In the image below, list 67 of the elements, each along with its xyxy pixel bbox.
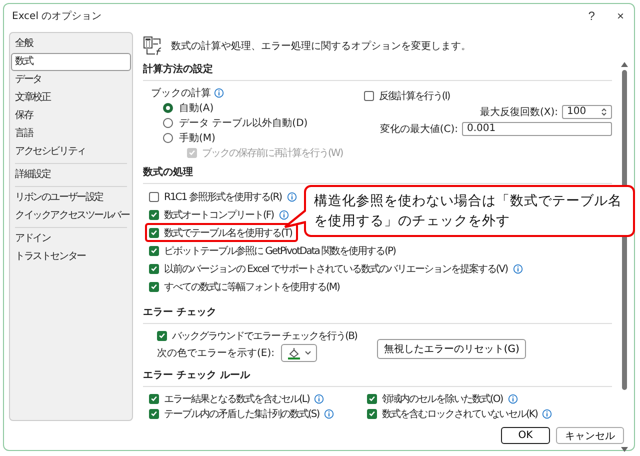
callout-text: 構造化参照を使わない場合は「数式でテーブル名を使用する」のチェックを外す: [314, 192, 623, 231]
spinner-arrows-icon[interactable]: [601, 106, 607, 116]
close-button[interactable]: ×: [612, 9, 628, 23]
checkbox-label: ピボットテーブル参照に GetPivotData 関数を使用する(P): [164, 244, 396, 258]
sidebar-item[interactable]: 文章校正: [11, 89, 131, 107]
checkbox[interactable]: [367, 394, 377, 404]
checkbox[interactable]: [149, 394, 159, 404]
checkbox-label: R1C1 参照形式を使用する(R): [164, 190, 282, 204]
sidebar-item[interactable]: アドイン: [11, 230, 131, 248]
field-label: 変化の最大値(C):: [380, 122, 458, 136]
sidebar-item[interactable]: 詳細設定: [11, 166, 131, 184]
field-label: 最大反復回数(X):: [480, 106, 558, 118]
checkbox-label: 数式オートコンプリート(F): [164, 208, 274, 222]
spin-field[interactable]: 100: [562, 104, 612, 118]
sidebar-item[interactable]: 数式: [11, 53, 131, 71]
sidebar-item[interactable]: 保存: [11, 107, 131, 125]
field-label: 次の色でエラーを示す(E):: [157, 347, 274, 360]
dialog-button[interactable]: OK: [501, 427, 550, 444]
radio-label: 自動(A): [179, 102, 214, 114]
section-heading: エラー チェック ルール: [143, 370, 250, 382]
caret-icon: [304, 351, 310, 355]
dialog-button[interactable]: キャンセル: [556, 427, 624, 444]
help-button[interactable]: ?: [584, 9, 599, 23]
checkbox-label: ブックの保存前に再計算を行う(W): [202, 146, 343, 160]
sidebar-item[interactable]: データ: [11, 71, 131, 89]
checkbox-label: 領域内のセルを除いた数式(O): [382, 392, 503, 406]
checkbox-label: 以前のバージョンの Excel でサポートされている数式のバリエーションを提案する(V): [164, 262, 508, 276]
color-picker-button[interactable]: [280, 344, 316, 362]
input-field[interactable]: 0.001: [462, 122, 612, 136]
group-label: ブックの計算: [151, 86, 211, 100]
sidebar-item[interactable]: アクセシビリティ: [11, 143, 131, 161]
checkbox[interactable]: [157, 330, 167, 340]
radio-button[interactable]: [163, 132, 173, 142]
checkbox[interactable]: [149, 228, 159, 238]
section-heading: 計算方法の設定: [143, 64, 213, 76]
checkbox[interactable]: [149, 246, 159, 256]
checkbox[interactable]: [367, 408, 377, 418]
reset-errors-button[interactable]: 無視したエラーのリセット(G): [376, 339, 526, 359]
checkbox-label: 数式を含むロックされていないセル(K): [382, 408, 538, 420]
scroll-up-icon[interactable]: [620, 62, 628, 67]
radio-label: 手動(M): [179, 132, 216, 144]
checkbox[interactable]: [149, 264, 159, 274]
radio-label: データ テーブル以外自動(D): [179, 116, 308, 130]
checkbox-label: バックグラウンドでエラー チェックを行う(B): [172, 330, 357, 342]
sidebar-item[interactable]: 全般: [11, 35, 131, 53]
fill-color-icon: [286, 346, 300, 360]
checkbox-label: 反復計算を行う(I): [378, 90, 450, 102]
sidebar-item[interactable]: 言語: [11, 125, 131, 143]
radio-button[interactable]: [163, 102, 173, 112]
checkbox[interactable]: [149, 282, 159, 292]
checkbox-label: すべての数式に等幅フォントを使用する(M): [164, 280, 340, 294]
sidebar-item[interactable]: トラスト センター: [11, 248, 131, 266]
checkbox-label: 数式でテーブル名を使用する(T): [164, 226, 292, 240]
radio-button[interactable]: [163, 118, 173, 128]
sidebar-item[interactable]: クイック アクセス ツール バー: [11, 207, 131, 225]
checkbox[interactable]: [364, 90, 374, 100]
window-title: Excel のオプション: [12, 10, 102, 23]
checkbox-label: エラー結果となる数式を含むセル(L): [164, 392, 310, 406]
checkbox[interactable]: [149, 408, 159, 418]
header-text: 数式の計算や処理、エラー処理に関するオプションを変更します。: [171, 40, 471, 53]
section-heading: 数式の処理: [143, 167, 193, 179]
scroll-down-icon[interactable]: [620, 447, 628, 452]
checkbox[interactable]: [149, 192, 159, 202]
section-heading: エラー チェック: [143, 307, 216, 319]
checkbox-label: テーブル内の矛盾した集計列の数式(S): [164, 408, 320, 420]
checkbox[interactable]: [149, 210, 159, 220]
sidebar-item[interactable]: リボンのユーザー設定: [11, 189, 131, 207]
